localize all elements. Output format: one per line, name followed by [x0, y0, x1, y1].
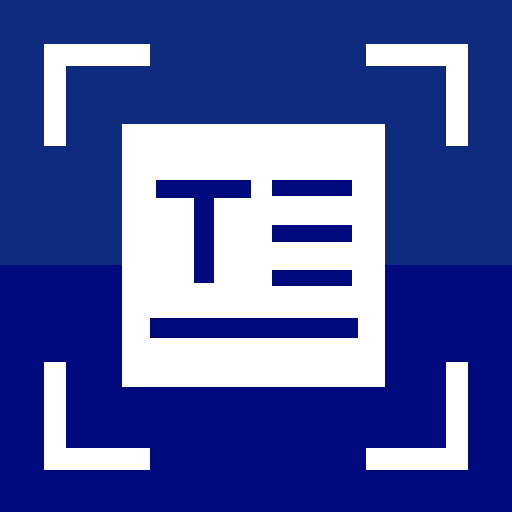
- text-scanner-app-icon: [0, 0, 512, 512]
- document-page: [122, 124, 385, 387]
